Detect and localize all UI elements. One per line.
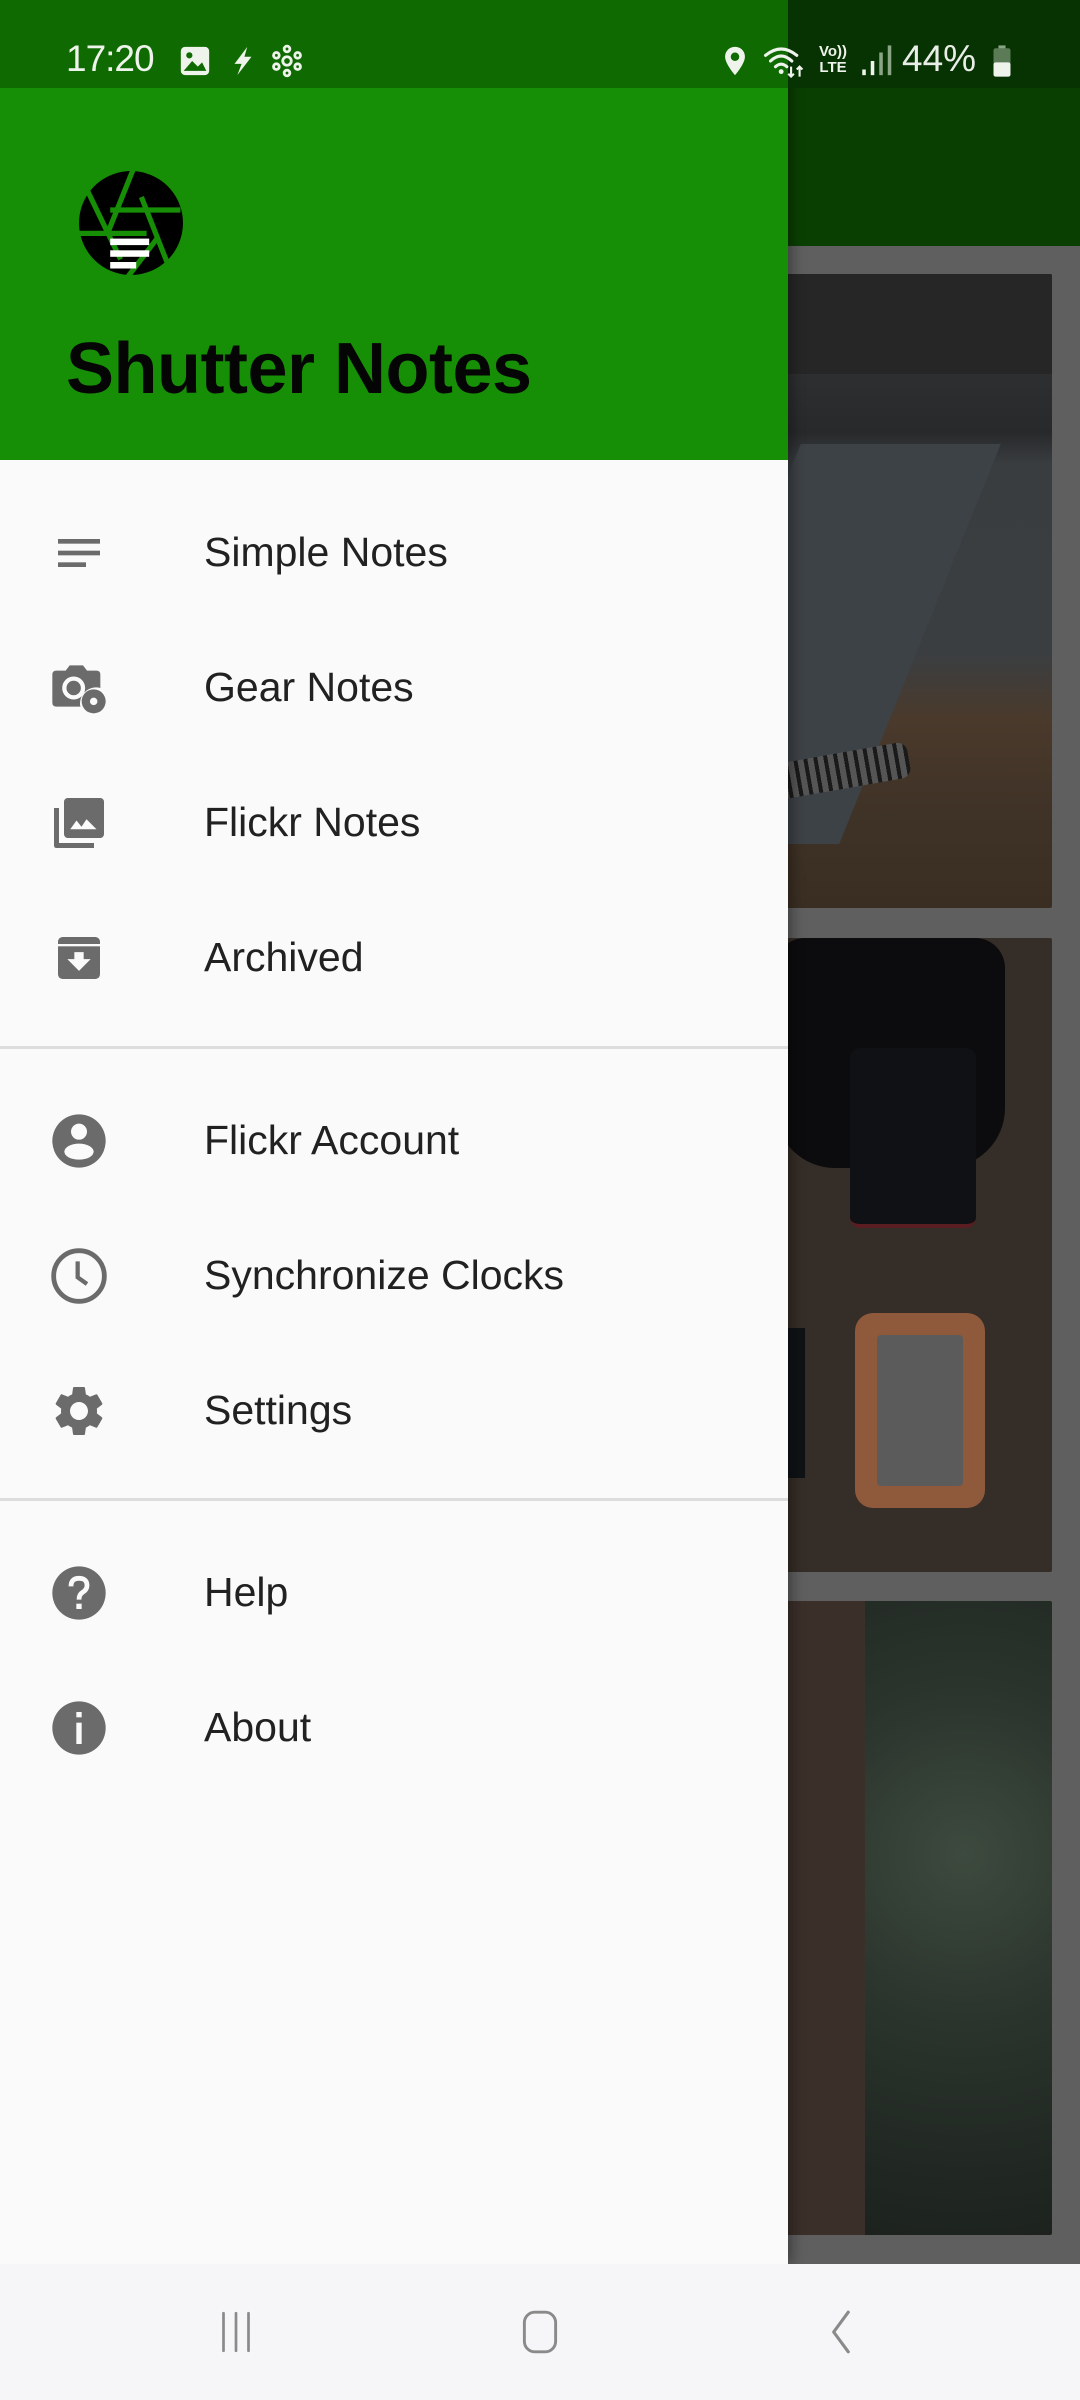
nav-item-flickr-account[interactable]: Flickr Account [0, 1073, 788, 1208]
nav-item-gear-notes[interactable]: Gear Notes [0, 620, 788, 755]
recent-apps-button[interactable] [136, 2264, 336, 2400]
nav-label: Gear Notes [204, 664, 414, 710]
note-card-notebook [760, 274, 1052, 908]
battery-icon [993, 45, 1011, 77]
nav-label: Simple Notes [204, 529, 448, 575]
recent-apps-icon [222, 2311, 250, 2353]
status-bar: 17:20 Vo)) LTE 44% [0, 0, 1080, 88]
camera-gear-icon [47, 656, 111, 720]
wifi-icon [764, 47, 804, 78]
divider [0, 1046, 788, 1049]
account-circle-icon [47, 1109, 111, 1173]
nav-item-about[interactable]: About [0, 1660, 788, 1795]
shutter-notes-logo-icon [79, 167, 183, 285]
hotspot-hub-icon [272, 44, 302, 78]
help-icon [47, 1561, 111, 1625]
nav-label: Synchronize Clocks [204, 1252, 565, 1298]
system-navigation-bar [0, 2264, 1080, 2400]
nav-label: About [204, 1704, 312, 1750]
clock-icon [47, 1244, 111, 1308]
note-card-tree [760, 1601, 1052, 2235]
back-icon [832, 2310, 850, 2354]
nav-item-archived[interactable]: Archived [0, 890, 788, 1025]
archive-icon [47, 926, 111, 990]
nav-item-settings[interactable]: Settings [0, 1343, 788, 1478]
flash-icon [234, 46, 252, 76]
settings-gear-icon [47, 1379, 111, 1443]
home-button[interactable] [440, 2264, 640, 2400]
nav-item-simple-notes[interactable]: Simple Notes [0, 485, 788, 620]
status-time: 17:20 [66, 38, 155, 79]
gallery-notification-icon [180, 46, 210, 76]
external-drive [855, 1313, 985, 1508]
info-icon [47, 1696, 111, 1760]
nav-item-help[interactable]: Help [0, 1525, 788, 1660]
nav-item-flickr-notes[interactable]: Flickr Notes [0, 755, 788, 890]
app-title: Shutter Notes [66, 329, 532, 409]
camera-lens [850, 1048, 976, 1228]
notes-lines-icon [47, 521, 111, 585]
home-icon [522, 2310, 558, 2354]
photo-library-icon [47, 791, 111, 855]
nav-group-help: Help About [0, 1525, 788, 1795]
nav-label: Flickr Account [204, 1117, 460, 1163]
nav-label: Flickr Notes [204, 799, 421, 845]
nav-group-account: Flickr Account Synchronize Clocks Settin… [0, 1073, 788, 1478]
nav-label: Help [204, 1569, 289, 1615]
notebook-photo-keyboard [760, 274, 1052, 374]
drawer-header: Shutter Notes [0, 88, 788, 460]
nav-group-notes: Simple Notes Gear Notes Flickr Notes Arc… [0, 485, 788, 1025]
volte-top-label: Vo)) [818, 43, 848, 60]
battery-percent: 44% [902, 38, 977, 79]
location-icon [725, 46, 745, 76]
note-card-camera-gear [760, 938, 1052, 1572]
volte-bottom-label: LTE [819, 59, 847, 76]
volte-icon: Vo)) LTE [816, 44, 850, 76]
nav-label: Archived [204, 934, 364, 980]
back-button[interactable] [742, 2264, 942, 2400]
divider [0, 1498, 788, 1501]
signal-icon [862, 45, 892, 76]
nav-label: Settings [204, 1387, 353, 1433]
navigation-drawer: Shutter Notes Simple Notes Gear Notes Fl… [0, 0, 788, 2264]
nav-item-synchronize-clocks[interactable]: Synchronize Clocks [0, 1208, 788, 1343]
